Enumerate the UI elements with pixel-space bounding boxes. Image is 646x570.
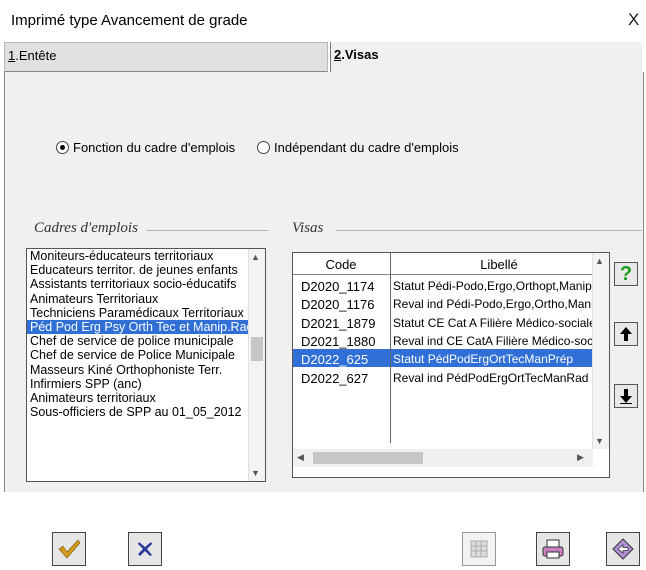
- visa-libelle: Reval ind PédPodErgOrtTecManRad: [393, 370, 589, 385]
- cadres-list: Moniteurs-éducateurs territoriaux Educate…: [27, 249, 265, 419]
- scroll-left-icon[interactable]: ◀: [297, 452, 304, 463]
- visa-libelle: Reval ind Pédi-Podo,Ergo,Ortho,Manip: [393, 297, 593, 312]
- cadre-list-item[interactable]: Educateurs territor. de jeunes enfants: [27, 263, 265, 277]
- checkmark-icon: [58, 539, 81, 559]
- radio-independant[interactable]: Indépendant du cadre d'emplois: [257, 140, 459, 155]
- radio-fonction-indicator[interactable]: [56, 141, 69, 154]
- back-button[interactable]: [606, 532, 640, 566]
- cadre-list-item[interactable]: Sous-officiers de SPP au 01_05_2012: [27, 405, 265, 419]
- cadre-list-item[interactable]: Techniciens Paramédicaux Territoriaux: [27, 306, 265, 320]
- validate-button[interactable]: [52, 532, 86, 566]
- move-up-button[interactable]: [614, 322, 638, 346]
- tab-entete-label: .Entête: [15, 48, 57, 63]
- radio-independant-label: Indépendant du cadre d'emplois: [274, 140, 459, 155]
- cadres-group-label: Cadres d'emplois: [34, 220, 138, 236]
- visa-libelle: Statut PédPodErgOrtTecManPrép: [393, 352, 574, 367]
- visa-code: D2022_625: [301, 352, 369, 368]
- cadre-list-item[interactable]: Chef de service de Police Municipale: [27, 348, 265, 362]
- help-button[interactable]: ?: [614, 262, 638, 286]
- cancel-button[interactable]: [128, 532, 162, 566]
- tab-visas-label: .Visas: [341, 47, 379, 62]
- tab-visas[interactable]: 2.Visas: [330, 42, 642, 72]
- grid-button[interactable]: [462, 532, 496, 566]
- cadre-list-item[interactable]: Moniteurs-éducateurs territoriaux: [27, 249, 265, 263]
- move-down-button[interactable]: [614, 384, 638, 408]
- visa-code: D2022_627: [301, 370, 369, 386]
- x-icon: [138, 542, 152, 556]
- cadre-list-item[interactable]: Masseurs Kiné Orthophoniste Terr.: [27, 363, 265, 377]
- column-header-libelle[interactable]: Libellé: [391, 257, 607, 272]
- visa-code: D2020_1176: [301, 297, 375, 313]
- scroll-down-icon[interactable]: ▼: [251, 468, 260, 478]
- visa-code: D2021_1880: [301, 333, 376, 349]
- visas-group-line: [336, 230, 642, 231]
- cadres-listbox[interactable]: Moniteurs-éducateurs territoriaux Educate…: [26, 248, 266, 482]
- visas-group-label: Visas: [292, 220, 324, 236]
- radio-fonction[interactable]: Fonction du cadre d'emplois: [56, 140, 235, 155]
- scroll-down-icon[interactable]: ▼: [595, 436, 604, 446]
- cadre-list-item[interactable]: Infirmiers SPP (anc): [27, 377, 265, 391]
- visas-table[interactable]: Code Libellé D2020_1174 Statut Pédi-Podo,…: [292, 252, 610, 478]
- scroll-up-icon[interactable]: ▲: [595, 256, 604, 266]
- question-mark-icon: ?: [619, 262, 633, 285]
- visas-vscrollbar[interactable]: ▲ ▼: [592, 253, 609, 449]
- cadre-list-item[interactable]: Animateurs Territoriaux: [27, 292, 265, 306]
- cadre-list-item[interactable]: Péd Pod Erg Psy Orth Tec et Manip.Rad: [27, 319, 265, 335]
- scroll-up-icon[interactable]: ▲: [251, 252, 260, 262]
- arrow-down-icon: [620, 389, 632, 404]
- visa-row[interactable]: D2020_1176 Reval ind Pédi-Podo,Ergo,Ortho…: [293, 294, 593, 312]
- visas-hscrollbar[interactable]: ◀ ▶: [293, 449, 593, 467]
- print-button[interactable]: [536, 532, 570, 566]
- cadres-group-line: [146, 230, 268, 231]
- radio-fonction-label: Fonction du cadre d'emplois: [73, 140, 236, 155]
- arrow-up-icon: [620, 327, 632, 341]
- grid-icon: [470, 540, 488, 558]
- printer-icon: [542, 539, 564, 559]
- back-arrow-icon: [612, 538, 634, 560]
- scroll-right-icon[interactable]: ▶: [577, 452, 584, 463]
- radio-independant-indicator[interactable]: [257, 141, 270, 154]
- visa-row[interactable]: D2022_627 Reval ind PédPodErgOrtTecManRad: [293, 368, 593, 386]
- title-bar: Imprimé type Avancement de grade X: [0, 0, 646, 42]
- visa-code: D2021_1879: [301, 315, 376, 331]
- cadre-list-item[interactable]: Animateurs territoriaux: [27, 391, 265, 405]
- header-divider: [293, 274, 593, 275]
- visa-libelle: Statut CE Cat A Filière Médico-sociale: [393, 315, 593, 330]
- visa-libelle: Reval ind CE CatA Filière Médico-soc: [393, 333, 593, 348]
- close-icon[interactable]: X: [628, 10, 639, 30]
- window-title: Imprimé type Avancement de grade: [11, 12, 248, 29]
- visa-row[interactable]: D2022_625 Statut PédPodErgOrtTecManPrép: [293, 349, 593, 368]
- cadres-scrollbar[interactable]: ▲ ▼: [248, 249, 265, 481]
- visa-code: D2020_1174: [301, 279, 375, 294]
- cadres-scroll-thumb[interactable]: [251, 337, 263, 361]
- visas-header: Code Libellé: [293, 253, 609, 273]
- visas-hscroll-thumb[interactable]: [313, 452, 423, 464]
- column-divider: [390, 253, 391, 443]
- cadre-list-item[interactable]: Assistants territoriaux socio-éducatifs: [27, 277, 265, 291]
- visa-row[interactable]: D2021_1880 Reval ind CE CatA Filière Médi…: [293, 331, 593, 349]
- tab-entete[interactable]: 1.Entête: [4, 42, 328, 72]
- cadre-list-item[interactable]: Chef de service de police municipale: [27, 334, 265, 348]
- column-header-code[interactable]: Code: [293, 257, 389, 272]
- visa-row[interactable]: D2020_1174 Statut Pédi-Podo,Ergo,Orthopt,…: [293, 276, 593, 294]
- visa-row[interactable]: D2021_1879 Statut CE Cat A Filière Médico…: [293, 313, 593, 331]
- visa-libelle: Statut Pédi-Podo,Ergo,Orthopt,Manip: [393, 279, 592, 293]
